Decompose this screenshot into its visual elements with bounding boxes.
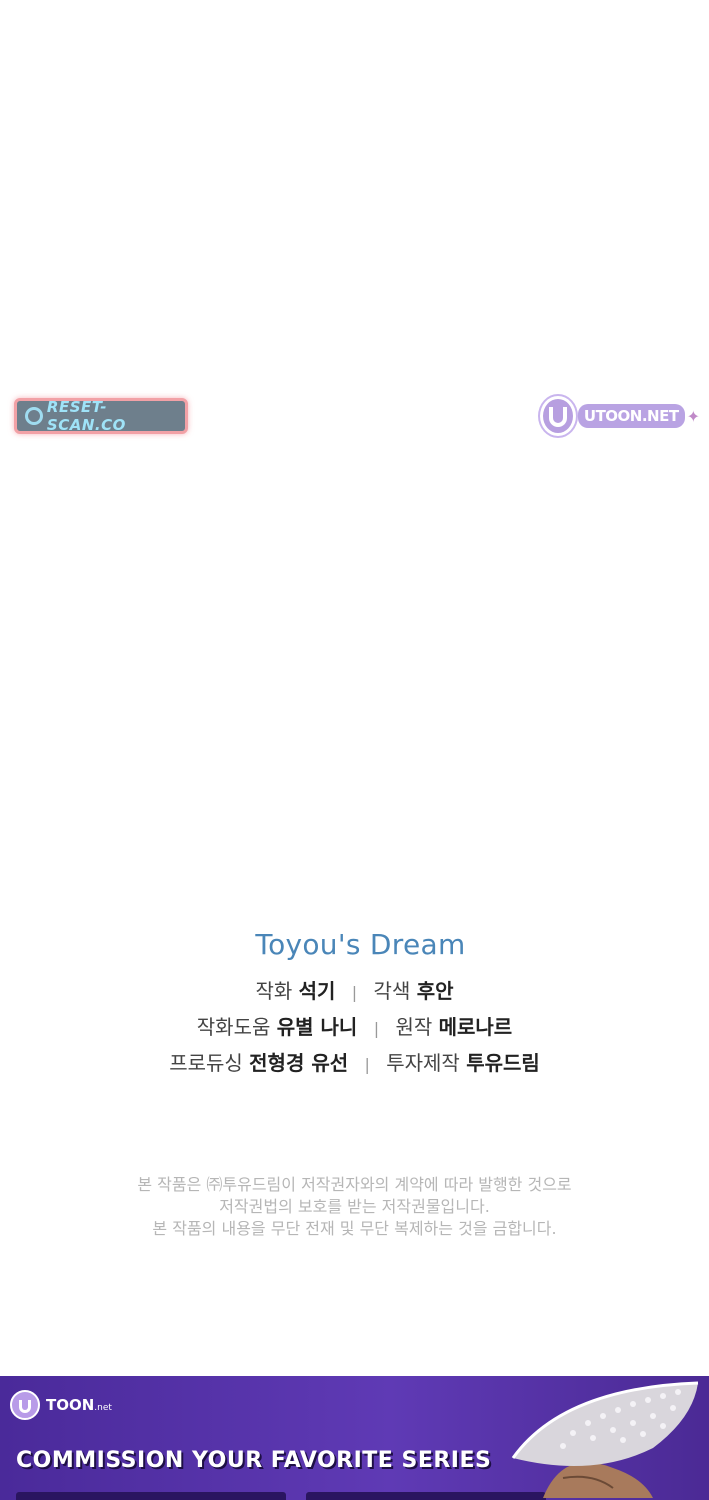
notice-line: 저작권법의 보호를 받는 저작권물입니다. <box>219 1197 490 1216</box>
star-icon: ✦ <box>686 406 700 426</box>
promo-banner[interactable]: TOON.net COMMISSION YOUR FAVORITE SERIES <box>0 1376 709 1500</box>
banner-info-pill <box>16 1492 286 1500</box>
credit-line: 작화도움 유별 나니 | 원작 메로나르 <box>0 1015 709 1041</box>
toon-logo-icon <box>10 1390 40 1420</box>
copyright-notice: 본 작품은 ㈜투유드림이 저작권자와의 계약에 따라 발행한 것으로 저작권법의… <box>0 1174 709 1240</box>
toon-logo-label: TOON <box>46 1396 95 1414</box>
credit-role: 프로듀싱 <box>169 1051 243 1075</box>
banner-headline: COMMISSION YOUR FAVORITE SERIES <box>16 1448 492 1473</box>
credit-role: 작화도움 <box>196 1015 271 1039</box>
credit-role: 각색 <box>373 979 411 1003</box>
notice-line: 본 작품은 ㈜투유드림이 저작권자와의 계약에 따라 발행한 것으로 <box>137 1175 572 1194</box>
credit-name: 석기 <box>298 979 336 1003</box>
studio-brand: Toyou's Dream <box>255 928 466 961</box>
character-illustration <box>511 1381 699 1498</box>
notice-line: 본 작품의 내용을 무단 전재 및 무단 복제하는 것을 금합니다. <box>152 1219 557 1238</box>
credit-name: 메로나르 <box>438 1015 513 1039</box>
credit-name: 후안 <box>416 979 454 1003</box>
toon-logo-suffix: .net <box>94 1403 112 1413</box>
credit-role: 투자제작 <box>386 1051 460 1075</box>
circle-icon <box>25 407 43 425</box>
credits-block: Toyou's Dream 작화 석기 | 각색 후안 작화도움 유별 나니 |… <box>0 928 709 1077</box>
divider: | <box>373 1019 380 1038</box>
toon-logo: TOON.net <box>10 1390 112 1420</box>
credit-name: 투유드림 <box>466 1051 540 1075</box>
reset-scan-label: RESET-SCAN.CO <box>46 398 126 434</box>
credit-name: 유별 나니 <box>276 1015 358 1039</box>
reset-scan-watermark: RESET-SCAN.CO <box>14 398 188 434</box>
credit-line: 작화 석기 | 각색 후안 <box>0 979 709 1005</box>
credit-role: 원작 <box>395 1015 433 1039</box>
credit-role: 작화 <box>255 979 293 1003</box>
utoon-label: UTOON.NET <box>577 404 685 428</box>
utoon-logo-icon <box>540 396 576 436</box>
credit-line: 프로듀싱 전형경 유선 | 투자제작 투유드림 <box>0 1051 709 1077</box>
divider: | <box>364 1055 370 1074</box>
divider: | <box>351 983 358 1002</box>
credit-name: 전형경 유선 <box>249 1051 349 1075</box>
utoon-watermark: UTOON.NET ✦ <box>540 394 700 438</box>
